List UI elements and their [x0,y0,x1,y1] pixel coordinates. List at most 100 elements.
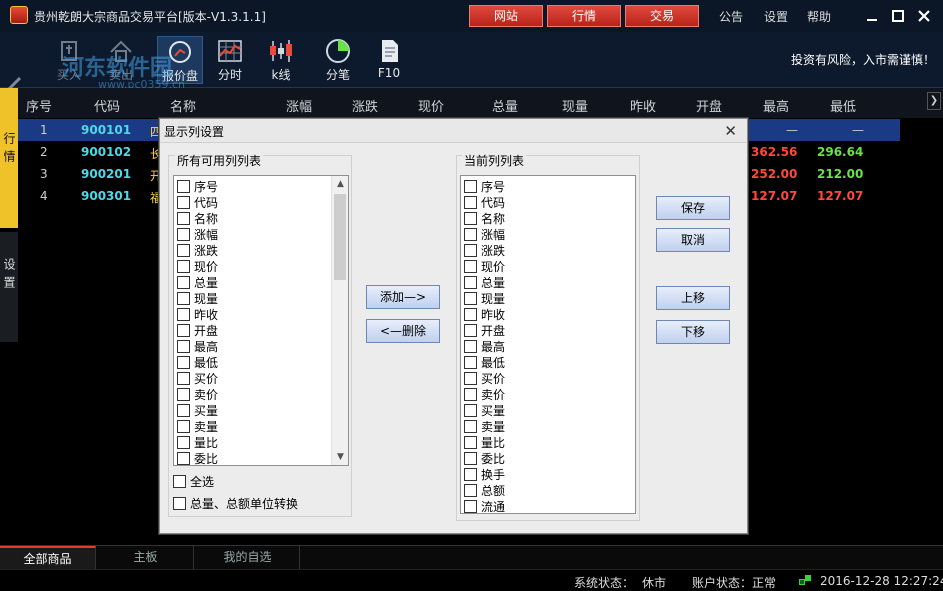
col-header-prev-close[interactable]: 昨收 [630,96,656,115]
checkbox-icon[interactable] [464,484,477,497]
col-header-open[interactable]: 开盘 [696,96,722,115]
col-header-code[interactable]: 代码 [94,96,120,115]
checkbox-icon[interactable] [464,372,477,385]
list-item[interactable]: 卖价 [177,386,218,402]
checkbox-icon[interactable] [177,404,190,417]
add-column-button[interactable]: 添加—> [366,285,440,309]
checkbox-icon[interactable] [464,196,477,209]
dialog-title-bar[interactable]: 显示列设置 ✕ [160,119,747,143]
nav-trade-button[interactable]: 交易 [625,5,699,27]
tool-tick[interactable]: 分笔 [315,36,361,84]
checkbox-icon[interactable] [464,212,477,225]
col-header-high[interactable]: 最高 [763,96,789,115]
checkbox-icon[interactable] [177,356,190,369]
checkbox-icon[interactable] [464,260,477,273]
checkbox-icon[interactable] [464,468,477,481]
checkbox-icon[interactable] [177,244,190,257]
col-header-low[interactable]: 最低 [830,96,856,115]
scroll-thumb[interactable] [334,194,346,280]
list-item[interactable]: 流通 [464,498,505,513]
checkbox-icon[interactable] [464,404,477,417]
checkbox-icon[interactable] [177,420,190,433]
list-item[interactable]: 量比 [177,434,218,450]
checkbox-icon[interactable] [464,308,477,321]
checkbox-icon[interactable] [464,388,477,401]
list-item[interactable]: 序号 [177,178,218,194]
checkbox-icon[interactable] [177,388,190,401]
checkbox-icon[interactable] [177,180,190,193]
list-item[interactable]: 最低 [177,354,218,370]
list-item[interactable]: 最低 [464,354,505,370]
remove-column-button[interactable]: <—删除 [366,319,440,343]
checkbox-icon[interactable] [177,212,190,225]
available-listbox[interactable]: 委比 量比 卖量 买量 卖价 买价 最低 最高 开盘 昨收 现量 总量 现价 涨跌 涨幅 名称 代码 序号 ▲ ▼ [173,175,349,466]
tool-kline[interactable]: k线 [258,36,304,84]
checkbox-icon[interactable] [464,276,477,289]
move-down-button[interactable]: 下移 [656,320,730,344]
checkbox-icon[interactable] [177,340,190,353]
list-item[interactable]: 涨幅 [177,226,218,242]
menu-settings[interactable]: 设置 [764,8,788,25]
list-item[interactable]: 现价 [177,258,218,274]
checkbox-icon[interactable] [177,372,190,385]
menu-announcement[interactable]: 公告 [719,8,743,25]
list-item[interactable]: 现量 [177,290,218,306]
available-scrollbar[interactable]: ▲ ▼ [331,176,348,465]
col-header-price[interactable]: 现价 [418,96,444,115]
list-item[interactable]: 序号 [464,178,505,194]
cancel-button[interactable]: 取消 [656,228,730,252]
tool-timeshare[interactable]: 分时 [207,36,253,84]
side-tab-market[interactable]: 行情 [0,88,18,228]
side-tab-settings[interactable]: 设置 [0,232,18,342]
checkbox-icon[interactable] [177,276,190,289]
list-item[interactable]: 名称 [464,210,505,226]
list-item[interactable]: 卖价 [464,386,505,402]
col-header-name[interactable]: 名称 [170,96,196,115]
list-item[interactable]: 委比 [464,450,505,466]
scroll-down-icon[interactable]: ▼ [332,449,348,465]
list-item[interactable]: 换手 [464,466,505,482]
checkbox-icon[interactable] [464,356,477,369]
checkbox-icon[interactable] [464,452,477,465]
tab-main-board[interactable]: 主板 [98,546,194,570]
checkbox-icon[interactable] [464,324,477,337]
list-item[interactable]: 涨跌 [464,242,505,258]
col-header-change-pct[interactable]: 涨幅 [286,96,312,115]
list-item[interactable]: 最高 [464,338,505,354]
list-item[interactable]: 代码 [177,194,218,210]
tab-my-watchlist[interactable]: 我的自选 [196,546,300,570]
close-icon[interactable] [914,6,934,26]
checkbox-icon[interactable] [464,244,477,257]
checkbox-icon[interactable] [177,452,190,465]
list-item[interactable]: 总量 [464,274,505,290]
unit-convert-checkbox[interactable]: 总量、总额单位转换 [173,495,298,512]
list-item[interactable]: 代码 [464,194,505,210]
checkbox-icon[interactable] [177,292,190,305]
list-item[interactable]: 卖量 [177,418,218,434]
nav-website-button[interactable]: 网站 [469,5,543,27]
checkbox-icon[interactable] [464,228,477,241]
checkbox-icon[interactable] [464,436,477,449]
checkbox-icon[interactable] [464,340,477,353]
checkbox-icon[interactable] [177,228,190,241]
list-item[interactable]: 现价 [464,258,505,274]
checkbox-icon[interactable] [464,420,477,433]
scroll-up-icon[interactable]: ▲ [332,176,348,192]
list-item[interactable]: 昨收 [464,306,505,322]
col-header-change[interactable]: 涨跌 [352,96,378,115]
list-item[interactable]: 卖量 [464,418,505,434]
checkbox-icon[interactable] [464,292,477,305]
list-item[interactable]: 总额 [464,482,505,498]
list-item[interactable]: 委比 [177,450,218,465]
nav-market-button[interactable]: 行情 [547,5,621,27]
list-item[interactable]: 买量 [177,402,218,418]
list-item[interactable]: 昨收 [177,306,218,322]
list-item[interactable]: 量比 [464,434,505,450]
tab-all-products[interactable]: 全部商品 [0,546,96,570]
col-header-volume[interactable]: 总量 [492,96,518,115]
checkbox-icon[interactable] [177,436,190,449]
save-button[interactable]: 保存 [656,196,730,220]
menu-help[interactable]: 帮助 [807,8,831,25]
checkbox-icon[interactable] [177,308,190,321]
select-all-checkbox[interactable]: 全选 [173,473,214,490]
